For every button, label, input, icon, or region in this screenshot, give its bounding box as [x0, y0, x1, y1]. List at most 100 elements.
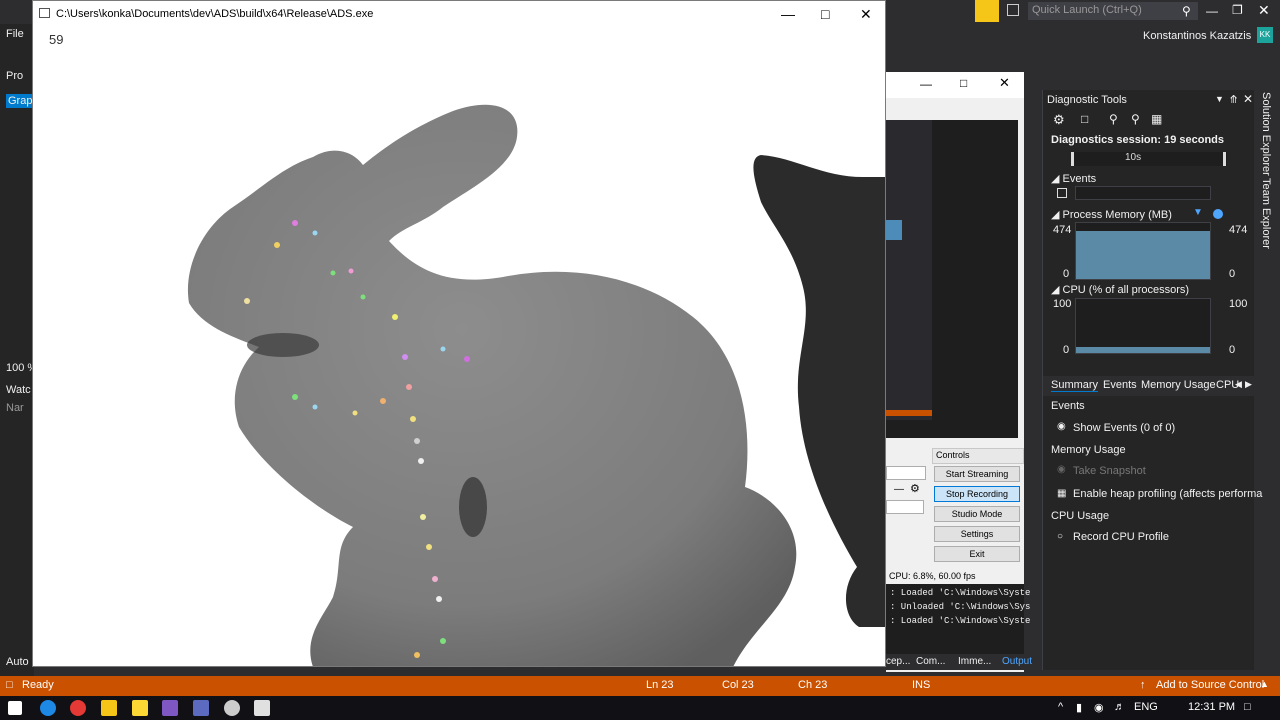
close-icon[interactable]: ✕ [1243, 92, 1253, 106]
memory-max-left: 474 [1053, 224, 1072, 236]
tab-immediate-window[interactable]: Imme... [958, 656, 991, 667]
stop-recording-button[interactable]: Stop Recording [934, 486, 1020, 502]
watch-tab[interactable]: Watc [6, 384, 31, 396]
maximize-icon[interactable]: □ [821, 6, 829, 22]
ads-app-icon[interactable] [254, 700, 270, 716]
bottom-tool-tabs: cep... Com... Imme... Output [886, 654, 1036, 670]
avatar[interactable]: KK [1257, 27, 1273, 43]
feedback-icon[interactable] [1007, 4, 1019, 16]
edge-icon[interactable] [40, 700, 56, 716]
add-to-source-control[interactable]: Add to Source Control [1156, 679, 1264, 691]
menu-file[interactable]: File [6, 28, 24, 40]
take-snapshot-button[interactable]: Take Snapshot [1073, 465, 1146, 477]
quick-launch-input[interactable]: Quick Launch (Ctrl+Q) [1028, 2, 1198, 20]
diagnostic-tabs: Summary Events Memory Usage CPU ◀ ▶ [1043, 376, 1255, 396]
studio-mode-button[interactable]: Studio Mode [934, 506, 1020, 522]
language-label[interactable]: ENG [1134, 701, 1158, 713]
eye-icon: ◉ [1057, 421, 1066, 432]
battery-icon[interactable]: ▮ [1076, 701, 1082, 714]
pause-icon[interactable] [1057, 188, 1067, 198]
status-char: Ch 23 [798, 679, 828, 691]
tab-scroll-left-icon[interactable]: ◀ [1235, 379, 1242, 390]
sticky-notes-icon[interactable] [132, 700, 148, 716]
tab-command-window[interactable]: Com... [916, 656, 945, 667]
output-line: : Loaded 'C:\Windows\Syste [890, 588, 1031, 598]
minimize-icon[interactable]: — [1206, 4, 1218, 18]
snapshot-marker-icon[interactable] [1213, 209, 1223, 219]
tab-memory-usage[interactable]: Memory Usage [1141, 379, 1216, 391]
sources-dropdown[interactable] [886, 466, 926, 480]
status-insert-mode: INS [912, 679, 931, 691]
volume-icon[interactable]: ♬ [1114, 701, 1125, 713]
tray-chevron-icon[interactable]: ^ [1058, 701, 1063, 713]
output-line: : Unloaded 'C:\Windows\Sys [890, 602, 1031, 612]
clock[interactable]: 12:31 PM [1188, 701, 1235, 713]
chrome-icon[interactable] [70, 700, 86, 716]
close-icon[interactable]: ✕ [860, 6, 872, 23]
close-icon[interactable]: ✕ [1258, 2, 1270, 19]
search-icon: ⚲ [1182, 4, 1191, 18]
zoom-in-icon[interactable]: ⚲ [1109, 112, 1118, 126]
settings-icon[interactable]: ⚙ [1053, 112, 1065, 128]
minimize-icon[interactable]: — [920, 77, 932, 91]
filter-icon[interactable]: ▼ [1193, 207, 1203, 218]
start-icon[interactable] [8, 701, 22, 715]
exit-button[interactable]: Exit [934, 546, 1020, 562]
cpu-header[interactable]: ◢ CPU (% of all processors) [1051, 283, 1189, 296]
dropdown-icon[interactable]: ▼ [1215, 94, 1224, 104]
cpu-graph[interactable] [1075, 298, 1211, 354]
file-explorer-icon[interactable] [101, 700, 117, 716]
mixer-menu-icon[interactable]: — [894, 484, 904, 495]
start-streaming-button[interactable]: Start Streaming [934, 466, 1020, 482]
memory-header[interactable]: ◢ Process Memory (MB) [1051, 208, 1172, 221]
obs-icon[interactable] [224, 700, 240, 716]
timeline-label: 10s [1125, 152, 1142, 163]
tab-output[interactable]: Output [1002, 656, 1032, 667]
events-header[interactable]: ◢ Events [1051, 172, 1096, 185]
user-name[interactable]: Konstantinos Kazatzis [1143, 30, 1251, 42]
tab-exception-settings[interactable]: cep... [886, 656, 910, 667]
timeline-handle-end[interactable] [1223, 152, 1226, 166]
output-window: : Loaded 'C:\Windows\Syste : Unloaded 'C… [886, 584, 1030, 656]
notifications-icon[interactable]: □ [1244, 701, 1251, 713]
left-label-project: Pro [6, 70, 24, 82]
close-icon[interactable]: ✕ [999, 75, 1010, 91]
bunny-render-viewport[interactable] [33, 27, 885, 667]
gear-icon[interactable]: ⚙ [910, 482, 920, 495]
tab-scroll-right-icon[interactable]: ▶ [1245, 379, 1252, 390]
heap-profiling-toggle[interactable]: Enable heap profiling (affects performa [1073, 488, 1262, 500]
cpu-min-right: 0 [1229, 344, 1236, 356]
show-events-link[interactable]: Show Events (0 of 0) [1073, 422, 1175, 434]
maximize-icon[interactable]: □ [960, 76, 967, 90]
summary-events-heading: Events [1051, 400, 1085, 412]
export-icon[interactable]: □ [1081, 112, 1088, 126]
session-label: Diagnostics session: 19 seconds [1051, 134, 1225, 146]
timeline-ruler[interactable]: 10s [1071, 152, 1227, 166]
nested-preview-highlight [886, 220, 902, 240]
restore-icon[interactable]: ❐ [1232, 3, 1243, 17]
discord-icon[interactable] [193, 700, 209, 716]
tab-team-explorer[interactable]: Team Explorer [1260, 178, 1272, 249]
network-icon[interactable]: ◉ [1094, 701, 1104, 714]
tab-summary[interactable]: Summary [1051, 379, 1099, 392]
status-line: Ln 23 [646, 679, 674, 691]
obs-title-bar: — □ ✕ [886, 72, 1024, 98]
tab-events[interactable]: Events [1103, 379, 1137, 391]
autos-tab[interactable]: Auto [6, 656, 29, 668]
visual-studio-icon[interactable] [162, 700, 178, 716]
memory-graph[interactable] [1075, 222, 1211, 280]
chevron-up-icon[interactable]: ▲ [1260, 679, 1269, 689]
tab-graphics[interactable]: Grap [6, 94, 35, 108]
duration-spinbox[interactable] [886, 500, 924, 514]
settings-button[interactable]: Settings [934, 526, 1020, 542]
timeline-handle-start[interactable] [1071, 152, 1074, 166]
zoom-out-icon[interactable]: ⚲ [1131, 112, 1140, 126]
reset-view-icon[interactable]: ▦ [1151, 112, 1162, 126]
bunny-shadow [459, 477, 487, 537]
record-cpu-button[interactable]: Record CPU Profile [1073, 531, 1169, 543]
pin-icon[interactable]: ⤊ [1229, 93, 1238, 106]
memory-graph-fill [1076, 231, 1210, 279]
tab-solution-explorer[interactable]: Solution Explorer [1260, 92, 1272, 176]
minimize-icon[interactable]: — [781, 6, 795, 22]
filter-icon[interactable] [975, 0, 999, 22]
